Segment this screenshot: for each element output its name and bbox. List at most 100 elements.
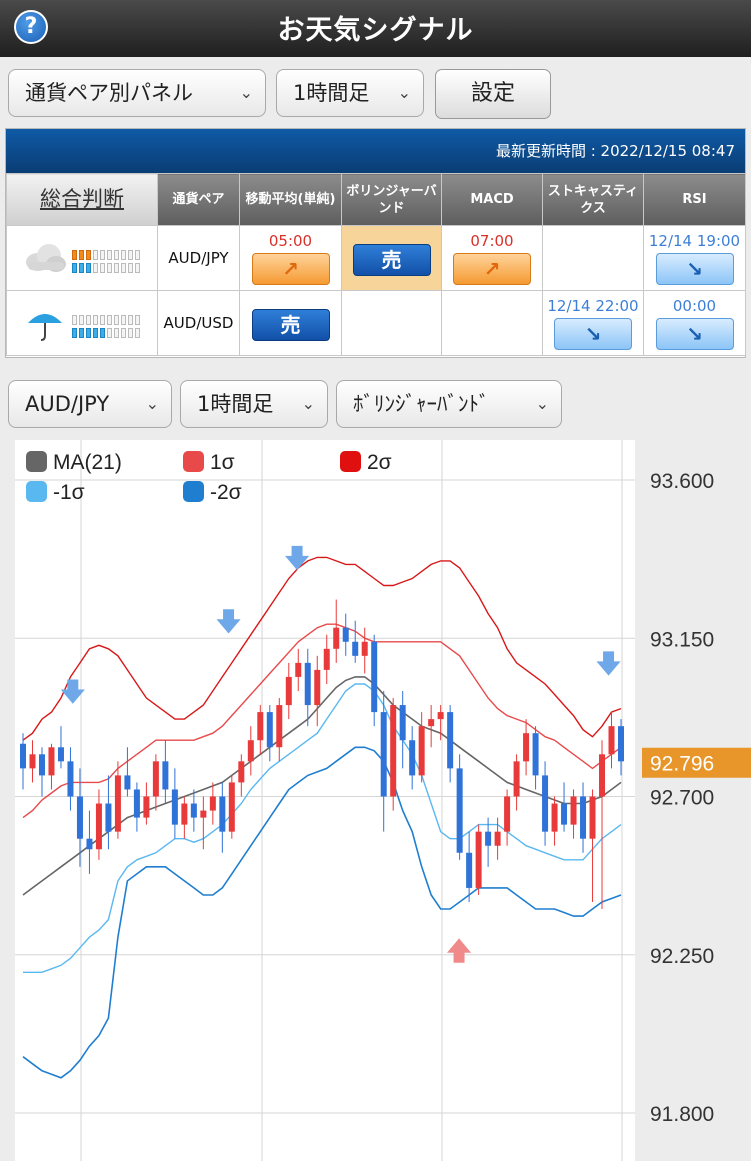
chart-timeframe-select[interactable]: 1時間足 ⌄ xyxy=(180,380,328,428)
candle-body xyxy=(38,754,45,776)
price-chart[interactable]: 93.600 93.150 92.700 92.250 91.800 92.796 MA(2… xyxy=(15,440,751,1161)
candle-body xyxy=(209,796,216,811)
header-rsi: RSI xyxy=(643,173,746,226)
candle-body xyxy=(162,761,169,790)
candle-body xyxy=(171,789,178,825)
candle-body xyxy=(589,796,596,839)
signal-time: 12/14 19:00 xyxy=(648,231,741,250)
stoch-cell xyxy=(542,225,644,291)
signal-time: 00:00 xyxy=(672,296,717,315)
down-arrow-icon[interactable]: ↘ xyxy=(655,252,734,285)
candle-body xyxy=(190,803,197,818)
candle-body xyxy=(608,726,615,755)
rsi-cell[interactable]: 00:00 ↘ xyxy=(643,290,746,356)
candle-body xyxy=(428,719,435,727)
pair-cell: AUD/JPY xyxy=(157,225,240,291)
candle-body xyxy=(561,803,568,825)
last-updated: 最新更新時間 : 2022/12/15 08:47 xyxy=(6,129,745,173)
bb-cell[interactable]: 売 xyxy=(341,225,442,291)
candle-body xyxy=(570,796,577,825)
sell-badge[interactable]: 売 xyxy=(352,243,431,276)
table-row[interactable]: AUD/USD 売 12/14 22:00 ↘ 00:00 ↘ xyxy=(6,290,746,356)
candle-body xyxy=(114,775,121,832)
chart-pair-value: AUD/JPY xyxy=(25,392,110,416)
candle-body xyxy=(352,641,359,656)
header-stoch: ストキャスティクス xyxy=(542,173,644,226)
header-pair: 通貨ペア xyxy=(157,173,240,226)
header-ma: 移動平均(単純) xyxy=(239,173,342,226)
candle-body xyxy=(257,712,264,741)
candle-body xyxy=(580,796,587,839)
chevron-down-icon: ⌄ xyxy=(535,394,549,413)
ma-cell[interactable]: 売 xyxy=(239,290,342,356)
candle-body xyxy=(152,761,159,797)
signal-gauge xyxy=(72,244,142,273)
candle-body xyxy=(475,831,482,888)
candle-body xyxy=(200,810,207,818)
candle-body xyxy=(513,761,520,797)
header-bb: ボリンジャーバンド xyxy=(341,173,442,226)
app-title: お天気シグナル xyxy=(277,15,474,46)
overall-cell xyxy=(6,225,158,291)
y-tick-label: 93.600 xyxy=(650,470,714,493)
candle-body xyxy=(551,803,558,832)
candle-body xyxy=(228,782,235,832)
chevron-down-icon: ⌄ xyxy=(239,83,253,102)
candle-body xyxy=(304,662,311,706)
candle-body xyxy=(48,747,55,776)
candle-body xyxy=(504,796,511,832)
stoch-cell[interactable]: 12/14 22:00 ↘ xyxy=(542,290,644,356)
candle-body xyxy=(542,775,549,832)
down-arrow-icon[interactable]: ↘ xyxy=(554,317,632,350)
panel-select-value: 通貨ペア別パネル xyxy=(25,81,193,105)
candle-body xyxy=(238,761,245,783)
y-tick-label: 92.700 xyxy=(650,787,714,810)
chart-pair-select[interactable]: AUD/JPY ⌄ xyxy=(8,380,172,428)
legend-swatch xyxy=(26,481,47,502)
macd-cell[interactable]: 07:00 ↗ xyxy=(441,225,543,291)
candle-body xyxy=(276,705,283,748)
pair-cell: AUD/USD xyxy=(157,290,240,356)
timeframe-select-value: 1時間足 xyxy=(293,81,370,105)
candle-body xyxy=(105,803,112,832)
sell-badge[interactable]: 売 xyxy=(251,308,330,341)
legend-label: 1σ xyxy=(210,451,235,474)
timeframe-select[interactable]: 1時間足 ⌄ xyxy=(276,69,424,117)
bb-cell xyxy=(341,290,442,356)
rsi-cell[interactable]: 12/14 19:00 ↘ xyxy=(643,225,746,291)
legend-label: -2σ xyxy=(210,481,242,504)
up-arrow-icon[interactable]: ↗ xyxy=(453,252,531,285)
candle-body xyxy=(181,803,188,825)
macd-cell xyxy=(441,290,543,356)
candle-body xyxy=(323,648,330,670)
header-overall: 総合判断 xyxy=(6,173,158,226)
up-arrow-icon[interactable]: ↗ xyxy=(251,252,330,285)
legend-label: MA(21) xyxy=(53,451,122,474)
table-row[interactable]: AUD/JPY 05:00 ↗ 売 07:00 ↗ 12/14 19:00 ↘ xyxy=(6,225,746,291)
legend-swatch xyxy=(26,451,47,472)
candle-body xyxy=(29,754,36,769)
candle-body xyxy=(494,831,501,846)
candle-body xyxy=(86,838,93,850)
candle-body xyxy=(20,743,26,769)
panel-select[interactable]: 通貨ペア別パネル ⌄ xyxy=(8,69,266,117)
legend-label: 2σ xyxy=(367,451,392,474)
candle-body xyxy=(485,831,492,846)
candle-body xyxy=(219,796,226,832)
indicator-select[interactable]: ﾎﾞﾘﾝｼﾞｬｰﾊﾞﾝﾄﾞ ⌄ xyxy=(336,380,562,428)
candle-body xyxy=(124,775,131,790)
signal-gauge xyxy=(72,309,142,338)
settings-button[interactable]: 設定 xyxy=(435,69,551,119)
legend-swatch xyxy=(340,451,361,472)
signal-table: 総合判断 通貨ペア 移動平均(単純) ボリンジャーバンド MACD ストキャステ… xyxy=(6,173,746,356)
title-bar: ? お天気シグナル xyxy=(0,0,751,57)
candle-body xyxy=(314,669,321,706)
down-arrow-icon[interactable]: ↘ xyxy=(655,317,734,350)
candle-body xyxy=(266,712,273,748)
candle-body xyxy=(466,852,473,888)
signal-panel: 最新更新時間 : 2022/12/15 08:47 総合判断 通貨ペア 移動平均… xyxy=(5,128,746,358)
cloud-icon xyxy=(25,244,66,272)
candle-body xyxy=(67,761,74,797)
ma-cell[interactable]: 05:00 ↗ xyxy=(239,225,342,291)
candle-body xyxy=(95,803,102,850)
